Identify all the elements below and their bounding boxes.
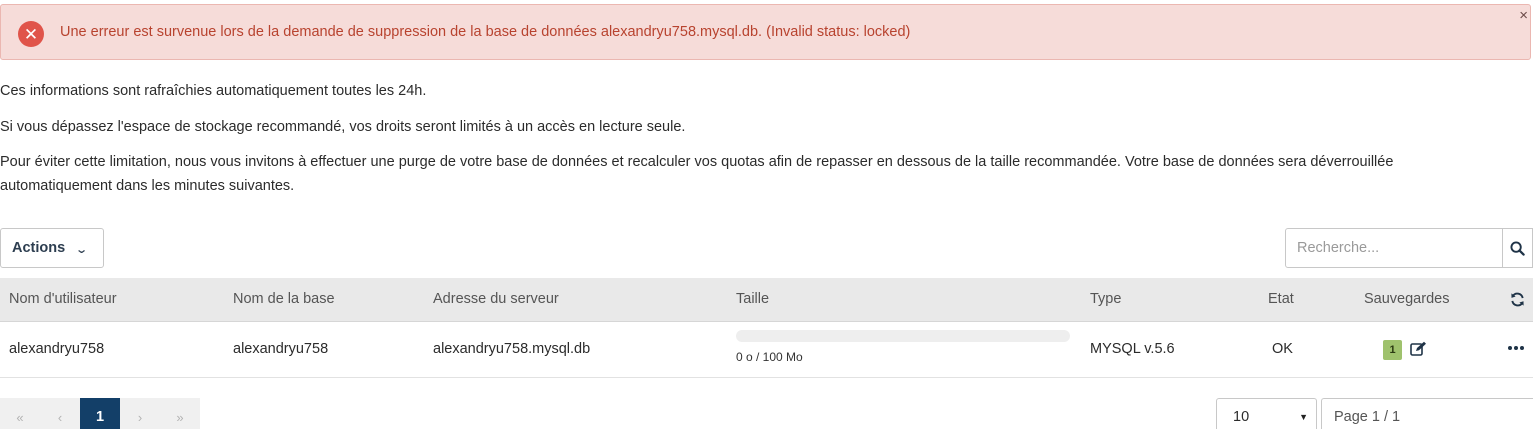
caret-down-icon: ▼ (1299, 412, 1308, 422)
header-server[interactable]: Adresse du serveur (433, 291, 559, 307)
header-user[interactable]: Nom d'utilisateur (9, 291, 117, 307)
search-button[interactable] (1502, 228, 1533, 268)
search-group (1285, 228, 1533, 268)
chevron-down-icon: ⌄ (75, 243, 89, 256)
header-size[interactable]: Taille (736, 291, 769, 307)
first-page-button[interactable]: « (0, 398, 40, 429)
pagination: « ‹ 1 › » (0, 398, 200, 429)
cell-user: alexandryu758 (9, 341, 105, 357)
per-page-value: 10 (1233, 409, 1250, 425)
header-state[interactable]: Etat (1268, 291, 1294, 307)
per-page-select[interactable]: 10 ▼ (1216, 398, 1317, 429)
table-row: alexandryu758 alexandryu758 alexandryu75… (0, 322, 1533, 378)
refresh-icon[interactable] (1510, 292, 1525, 307)
cell-server: alexandryu758.mysql.db (433, 341, 591, 357)
prev-page-button[interactable]: ‹ (40, 398, 80, 429)
actions-dropdown-button[interactable]: Actions ⌄ (0, 228, 104, 268)
error-alert: ✕ Une erreur est survenue lors de la dem… (0, 4, 1531, 60)
size-progress-bar (736, 330, 1070, 342)
info-purge-text: Pour éviter cette limitation, nous vous … (0, 154, 1394, 194)
more-options-icon[interactable] (1508, 346, 1524, 350)
cell-type: MYSQL v.5.6 (1090, 341, 1175, 357)
header-backups[interactable]: Sauvegardes (1364, 291, 1449, 307)
page-info: Page 1 / 1 (1321, 398, 1533, 429)
error-circle-icon: ✕ (18, 21, 44, 47)
info-storage-text: Si vous dépassez l'espace de stockage re… (0, 119, 686, 135)
header-base[interactable]: Nom de la base (233, 291, 335, 307)
next-page-button[interactable]: › (120, 398, 160, 429)
search-input[interactable] (1285, 228, 1503, 268)
cell-base: alexandryu758 (233, 341, 329, 357)
search-icon (1510, 240, 1525, 256)
cell-state: OK (1272, 341, 1293, 357)
backups-count-badge[interactable]: 1 (1383, 340, 1402, 360)
header-type[interactable]: Type (1090, 291, 1121, 307)
edit-icon[interactable] (1410, 341, 1427, 357)
last-page-button[interactable]: » (160, 398, 200, 429)
actions-label: Actions (12, 240, 66, 256)
cell-size-text: 0 o / 100 Mo (736, 350, 803, 364)
info-refresh-text: Ces informations sont rafraîchies automa… (0, 83, 427, 99)
alert-message: Une erreur est survenue lors de la deman… (60, 24, 911, 40)
current-page-button[interactable]: 1 (80, 398, 120, 429)
close-icon[interactable]: × (1519, 8, 1528, 23)
table-header: Nom d'utilisateur Nom de la base Adresse… (0, 278, 1533, 322)
